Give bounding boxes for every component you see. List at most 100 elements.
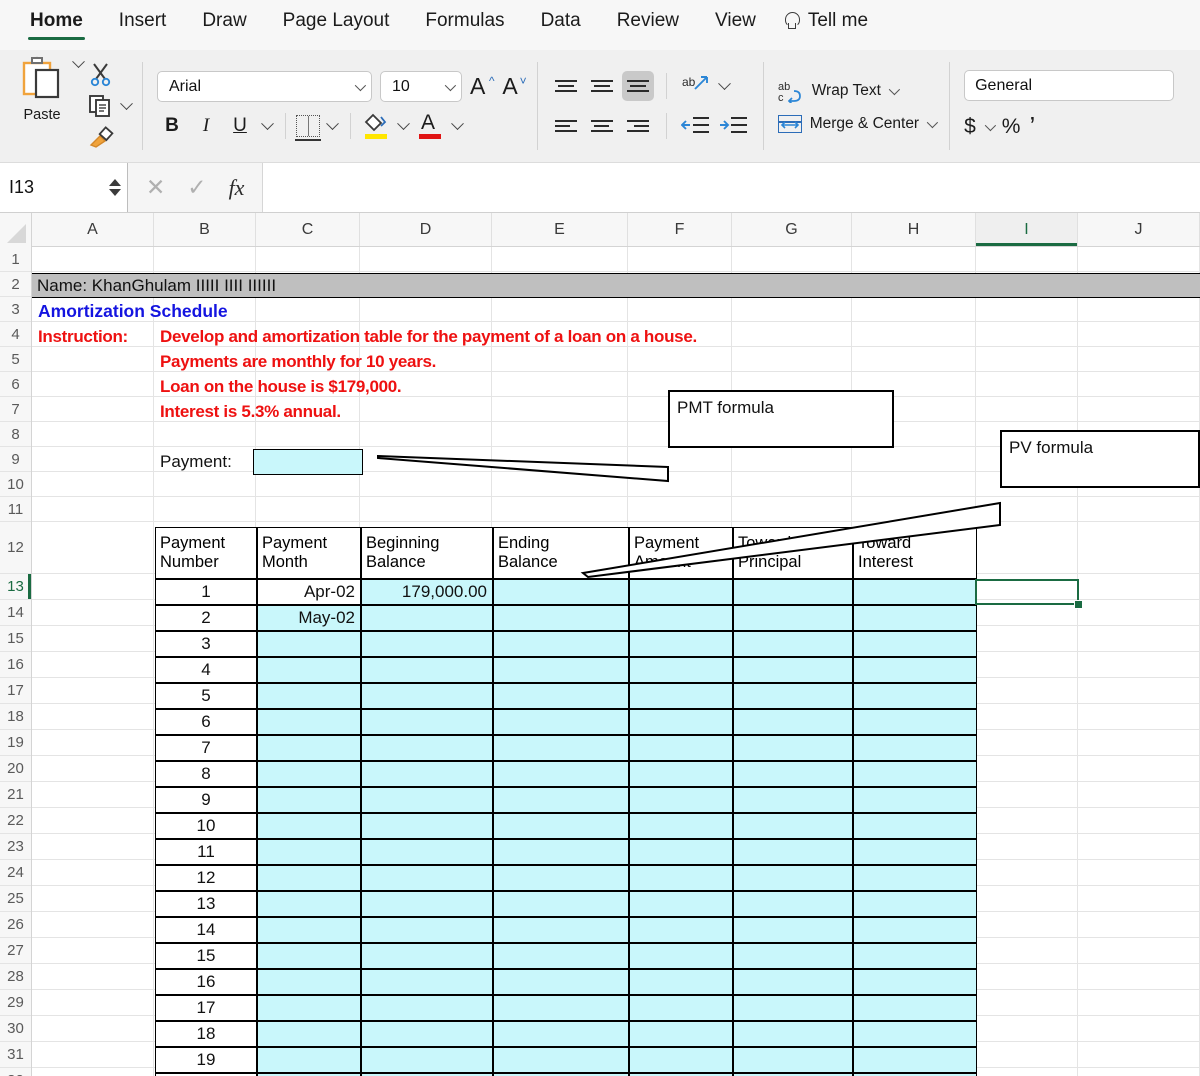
grid-cell[interactable] [1078, 964, 1200, 990]
table-header-payment-number[interactable]: Payment Number [155, 527, 257, 579]
decrease-font-size-button[interactable]: A ˅ [502, 73, 526, 100]
grid-cell[interactable] [628, 472, 732, 497]
column-header-a[interactable]: A [32, 213, 154, 246]
grid-cell[interactable] [154, 472, 256, 497]
fill-handle[interactable] [1074, 600, 1083, 609]
grid-cell[interactable] [976, 782, 1078, 808]
cell-ending-balance-10[interactable] [493, 813, 629, 839]
cell-toward-interest-10[interactable] [853, 813, 977, 839]
grid-cell[interactable] [976, 990, 1078, 1016]
cell-payment-amount-12[interactable] [629, 865, 733, 891]
cell-payment-month-3[interactable] [257, 631, 361, 657]
cell-payment-amount-7[interactable] [629, 735, 733, 761]
cell-beginning-balance-16[interactable] [361, 969, 493, 995]
grid-cell[interactable] [360, 422, 492, 447]
cell-toward-principal-13[interactable] [733, 891, 853, 917]
grid-cell[interactable] [32, 730, 154, 756]
cell-payment-amount-4[interactable] [629, 657, 733, 683]
row-header-6[interactable]: 6 [0, 372, 31, 397]
cell-payment-amount-2[interactable] [629, 605, 733, 631]
cell-payment-month-7[interactable] [257, 735, 361, 761]
wrap-text-dropdown-chevron-icon[interactable] [888, 83, 900, 96]
grid-cell[interactable] [32, 522, 154, 574]
grid-cell[interactable] [32, 447, 154, 472]
grid-cell[interactable] [976, 860, 1078, 886]
column-header-h[interactable]: H [852, 213, 976, 246]
row-header-21[interactable]: 21 [0, 782, 31, 808]
cell-payment-number-5[interactable]: 5 [155, 683, 257, 709]
grid-cell[interactable] [976, 730, 1078, 756]
copy-dropdown-chevron-icon[interactable] [118, 96, 134, 114]
underline-dropdown-chevron-icon[interactable] [259, 116, 275, 134]
cell-payment-amount-16[interactable] [629, 969, 733, 995]
cell-toward-interest-4[interactable] [853, 657, 977, 683]
cell-payment-label[interactable]: Payment: [155, 449, 255, 474]
cell-payment-amount-5[interactable] [629, 683, 733, 709]
grid-cell[interactable] [976, 497, 1078, 522]
copy-button[interactable] [88, 91, 134, 121]
grid-cell[interactable] [32, 574, 154, 600]
grid-cell[interactable] [976, 247, 1078, 272]
cell-toward-interest-18[interactable] [853, 1021, 977, 1047]
grid-cell[interactable] [32, 886, 154, 912]
cell-beginning-balance-10[interactable] [361, 813, 493, 839]
cell-toward-principal-1[interactable] [733, 579, 853, 605]
grid-cell[interactable] [32, 1068, 154, 1076]
row-header-9[interactable]: 9 [0, 447, 31, 472]
format-painter-button[interactable] [88, 122, 134, 152]
cell-payment-number-2[interactable]: 2 [155, 605, 257, 631]
cell-beginning-balance-5[interactable] [361, 683, 493, 709]
grid-cell[interactable] [1078, 522, 1200, 574]
font-color-button[interactable]: A [415, 111, 445, 141]
ribbon-tab-review[interactable]: Review [599, 8, 697, 42]
align-middle-button[interactable] [586, 71, 618, 101]
grid-cell[interactable] [976, 756, 1078, 782]
wrap-text-button[interactable]: ab c Wrap Text [778, 79, 935, 103]
grid-cell[interactable] [1078, 652, 1200, 678]
cell-toward-principal-2[interactable] [733, 605, 853, 631]
cell-payment-month-8[interactable] [257, 761, 361, 787]
grid-cell[interactable] [1078, 730, 1200, 756]
cell-payment-number-19[interactable]: 19 [155, 1047, 257, 1073]
grid-cell[interactable] [976, 322, 1078, 347]
grid-cell[interactable] [976, 626, 1078, 652]
table-header-beginning-balance[interactable]: Beginning Balance [361, 527, 493, 579]
cell-ending-balance-6[interactable] [493, 709, 629, 735]
cell-toward-principal-5[interactable] [733, 683, 853, 709]
column-header-c[interactable]: C [256, 213, 360, 246]
cell-ending-balance-5[interactable] [493, 683, 629, 709]
grid-cell[interactable] [852, 297, 976, 322]
grid-cell[interactable] [32, 782, 154, 808]
cell-payment-month-16[interactable] [257, 969, 361, 995]
table-header-toward-principal[interactable]: Toward Principal [733, 527, 853, 579]
grid-cell[interactable] [976, 1068, 1078, 1076]
grid-cell[interactable] [360, 297, 492, 322]
cell-payment-month-1[interactable]: Apr-02 [257, 579, 361, 605]
cell-instruction-label[interactable]: Instruction: [33, 324, 153, 349]
cell-payment-amount-15[interactable] [629, 943, 733, 969]
text-orientation-dropdown-chevron-icon[interactable] [717, 76, 733, 94]
grid-cell[interactable] [976, 938, 1078, 964]
grid-cell[interactable] [852, 472, 976, 497]
cell-payment-number-8[interactable]: 8 [155, 761, 257, 787]
align-center-button[interactable] [586, 111, 618, 141]
column-header-e[interactable]: E [492, 213, 628, 246]
grid-cell[interactable] [256, 497, 360, 522]
grid-cell[interactable] [360, 447, 492, 472]
row-header-20[interactable]: 20 [0, 756, 31, 782]
font-size-select[interactable]: 10 [380, 71, 462, 102]
cell-toward-interest-19[interactable] [853, 1047, 977, 1073]
cell-toward-principal-16[interactable] [733, 969, 853, 995]
grid-cell[interactable] [1078, 704, 1200, 730]
row-header-16[interactable]: 16 [0, 652, 31, 678]
align-right-button[interactable] [622, 111, 654, 141]
grid-cell[interactable] [628, 447, 732, 472]
cell-beginning-balance-11[interactable] [361, 839, 493, 865]
cell-toward-interest-11[interactable] [853, 839, 977, 865]
cell-payment-month-6[interactable] [257, 709, 361, 735]
grid-cell[interactable] [976, 1042, 1078, 1068]
cell-payment-amount-13[interactable] [629, 891, 733, 917]
grid-cell[interactable] [1078, 938, 1200, 964]
grid-cell[interactable] [732, 247, 852, 272]
cell-toward-interest-16[interactable] [853, 969, 977, 995]
